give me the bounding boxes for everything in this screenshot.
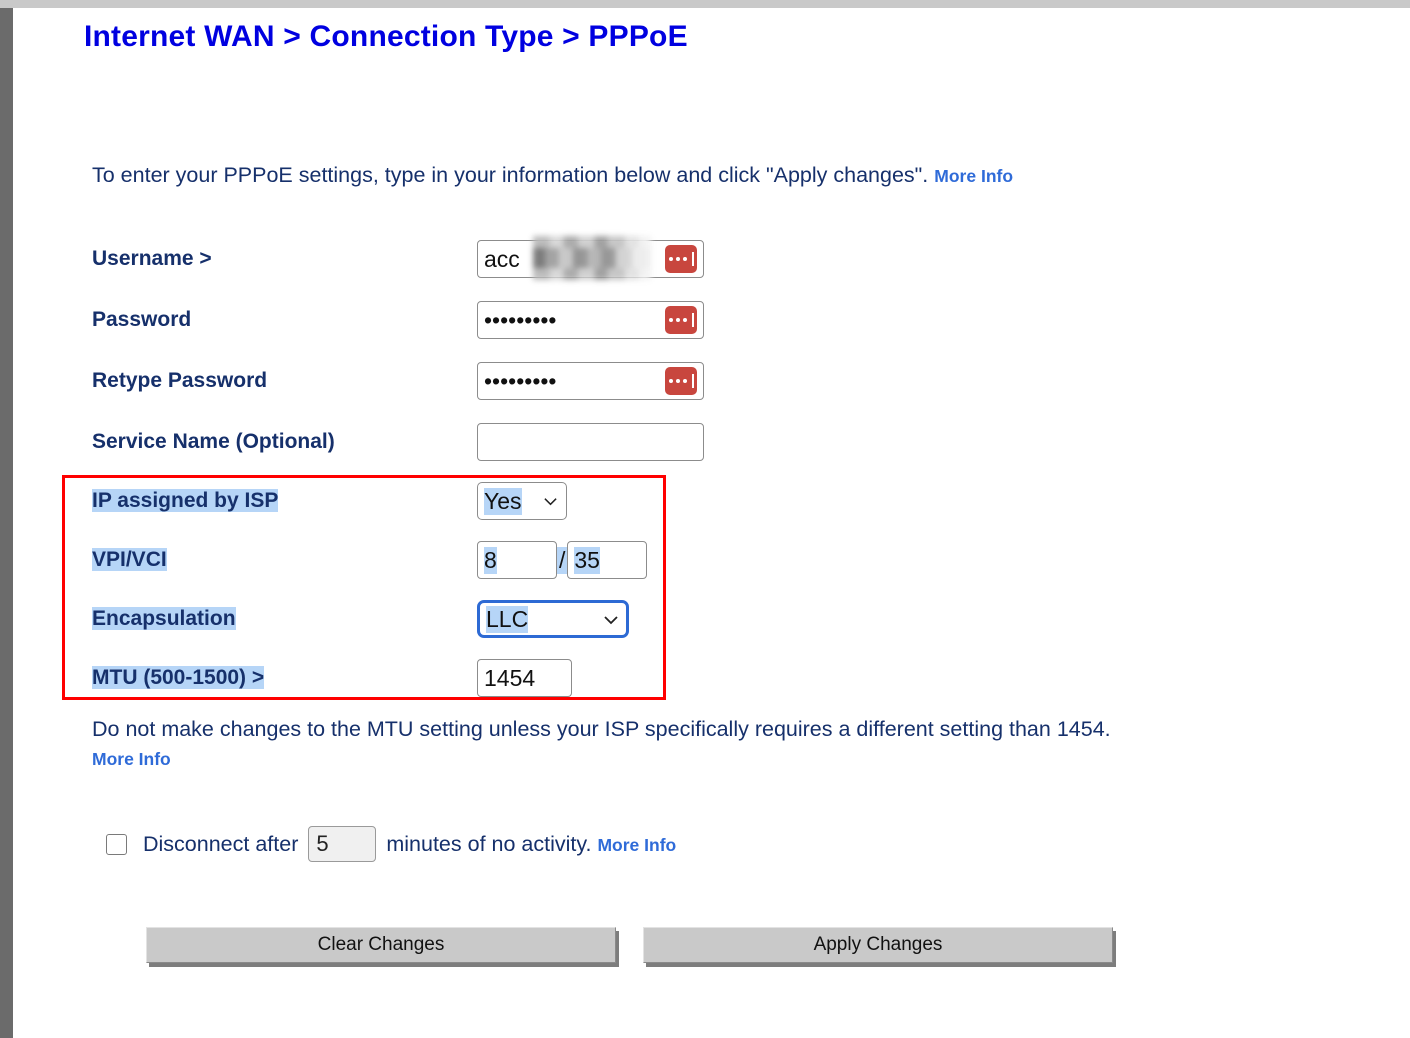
ip-assigned-by-isp-label: IP assigned by ISP xyxy=(92,489,279,512)
service-name-input[interactable] xyxy=(477,423,704,461)
username-value: acc xyxy=(484,245,520,272)
ip-assigned-by-isp-value: Yes xyxy=(484,487,522,515)
window-left-rail xyxy=(0,8,13,1038)
window-top-strip xyxy=(0,0,1410,8)
password-label: Password xyxy=(92,308,192,331)
username-label: Username > xyxy=(92,247,212,270)
row-mtu: MTU (500-1500) > 1454 xyxy=(92,658,572,698)
intro-text: To enter your PPPoE settings, type in yo… xyxy=(92,163,1013,188)
vpi-vci-separator: / xyxy=(557,546,568,574)
disconnect-label-after: minutes of no activity. xyxy=(386,831,592,856)
disconnect-minutes-input[interactable]: 5 xyxy=(308,826,377,862)
password-manager-icon[interactable] xyxy=(665,306,697,334)
vpi-input[interactable]: 8 xyxy=(477,541,557,579)
ip-assigned-by-isp-select[interactable]: Yes xyxy=(477,482,567,520)
row-username: Username > acc xyxy=(92,239,704,279)
disconnect-row: Disconnect after 5 minutes of no activit… xyxy=(106,826,676,862)
mtu-input[interactable]: 1454 xyxy=(477,659,572,697)
intro-more-info-link[interactable]: More Info xyxy=(934,166,1013,186)
mtu-note: Do not make changes to the MTU setting u… xyxy=(92,715,1192,774)
password-manager-icon[interactable] xyxy=(665,245,697,273)
vci-value: 35 xyxy=(574,546,600,574)
service-name-label: Service Name (Optional) xyxy=(92,430,335,453)
vci-input[interactable]: 35 xyxy=(567,541,648,579)
page-body: Internet WAN > Connection Type > PPPoE T… xyxy=(13,8,1410,1038)
mtu-label: MTU (500-1500) > xyxy=(92,666,265,689)
disconnect-minutes-value: 5 xyxy=(316,831,329,856)
encapsulation-select[interactable]: LLC xyxy=(477,600,629,638)
retype-password-input[interactable]: ••••••••• xyxy=(477,362,704,400)
disconnect-more-info-link[interactable]: More Info xyxy=(597,835,676,855)
apply-changes-button[interactable]: Apply Changes xyxy=(643,927,1113,963)
username-input[interactable]: acc xyxy=(477,240,704,278)
row-password: Password ••••••••• xyxy=(92,300,704,340)
retype-password-value: ••••••••• xyxy=(484,367,557,394)
disconnect-label-before: Disconnect after xyxy=(143,831,299,856)
clear-changes-button[interactable]: Clear Changes xyxy=(146,927,616,963)
mtu-note-text: Do not make changes to the MTU setting u… xyxy=(92,717,1111,741)
row-encapsulation: Encapsulation LLC xyxy=(92,599,629,639)
password-manager-icon[interactable] xyxy=(665,367,697,395)
chevron-down-icon xyxy=(543,494,558,509)
encapsulation-value: LLC xyxy=(486,605,529,633)
row-vpi-vci: VPI/VCI 8 / 35 xyxy=(92,540,648,580)
intro-sentence: To enter your PPPoE settings, type in yo… xyxy=(92,163,929,187)
row-service-name: Service Name (Optional) xyxy=(92,422,704,462)
row-ip-assigned-by-isp: IP assigned by ISP Yes xyxy=(92,481,567,521)
password-value: ••••••••• xyxy=(484,306,557,333)
vpi-value: 8 xyxy=(484,546,497,574)
mtu-note-more-info-link[interactable]: More Info xyxy=(92,749,171,769)
password-input[interactable]: ••••••••• xyxy=(477,301,704,339)
row-retype-password: Retype Password ••••••••• xyxy=(92,361,704,401)
retype-password-label: Retype Password xyxy=(92,369,268,392)
mtu-value: 1454 xyxy=(484,664,536,691)
encapsulation-label: Encapsulation xyxy=(92,607,236,630)
disconnect-checkbox[interactable] xyxy=(106,833,127,855)
page-title: Internet WAN > Connection Type > PPPoE xyxy=(84,20,688,53)
chevron-down-icon xyxy=(603,612,618,627)
vpi-vci-label: VPI/VCI xyxy=(92,548,167,571)
